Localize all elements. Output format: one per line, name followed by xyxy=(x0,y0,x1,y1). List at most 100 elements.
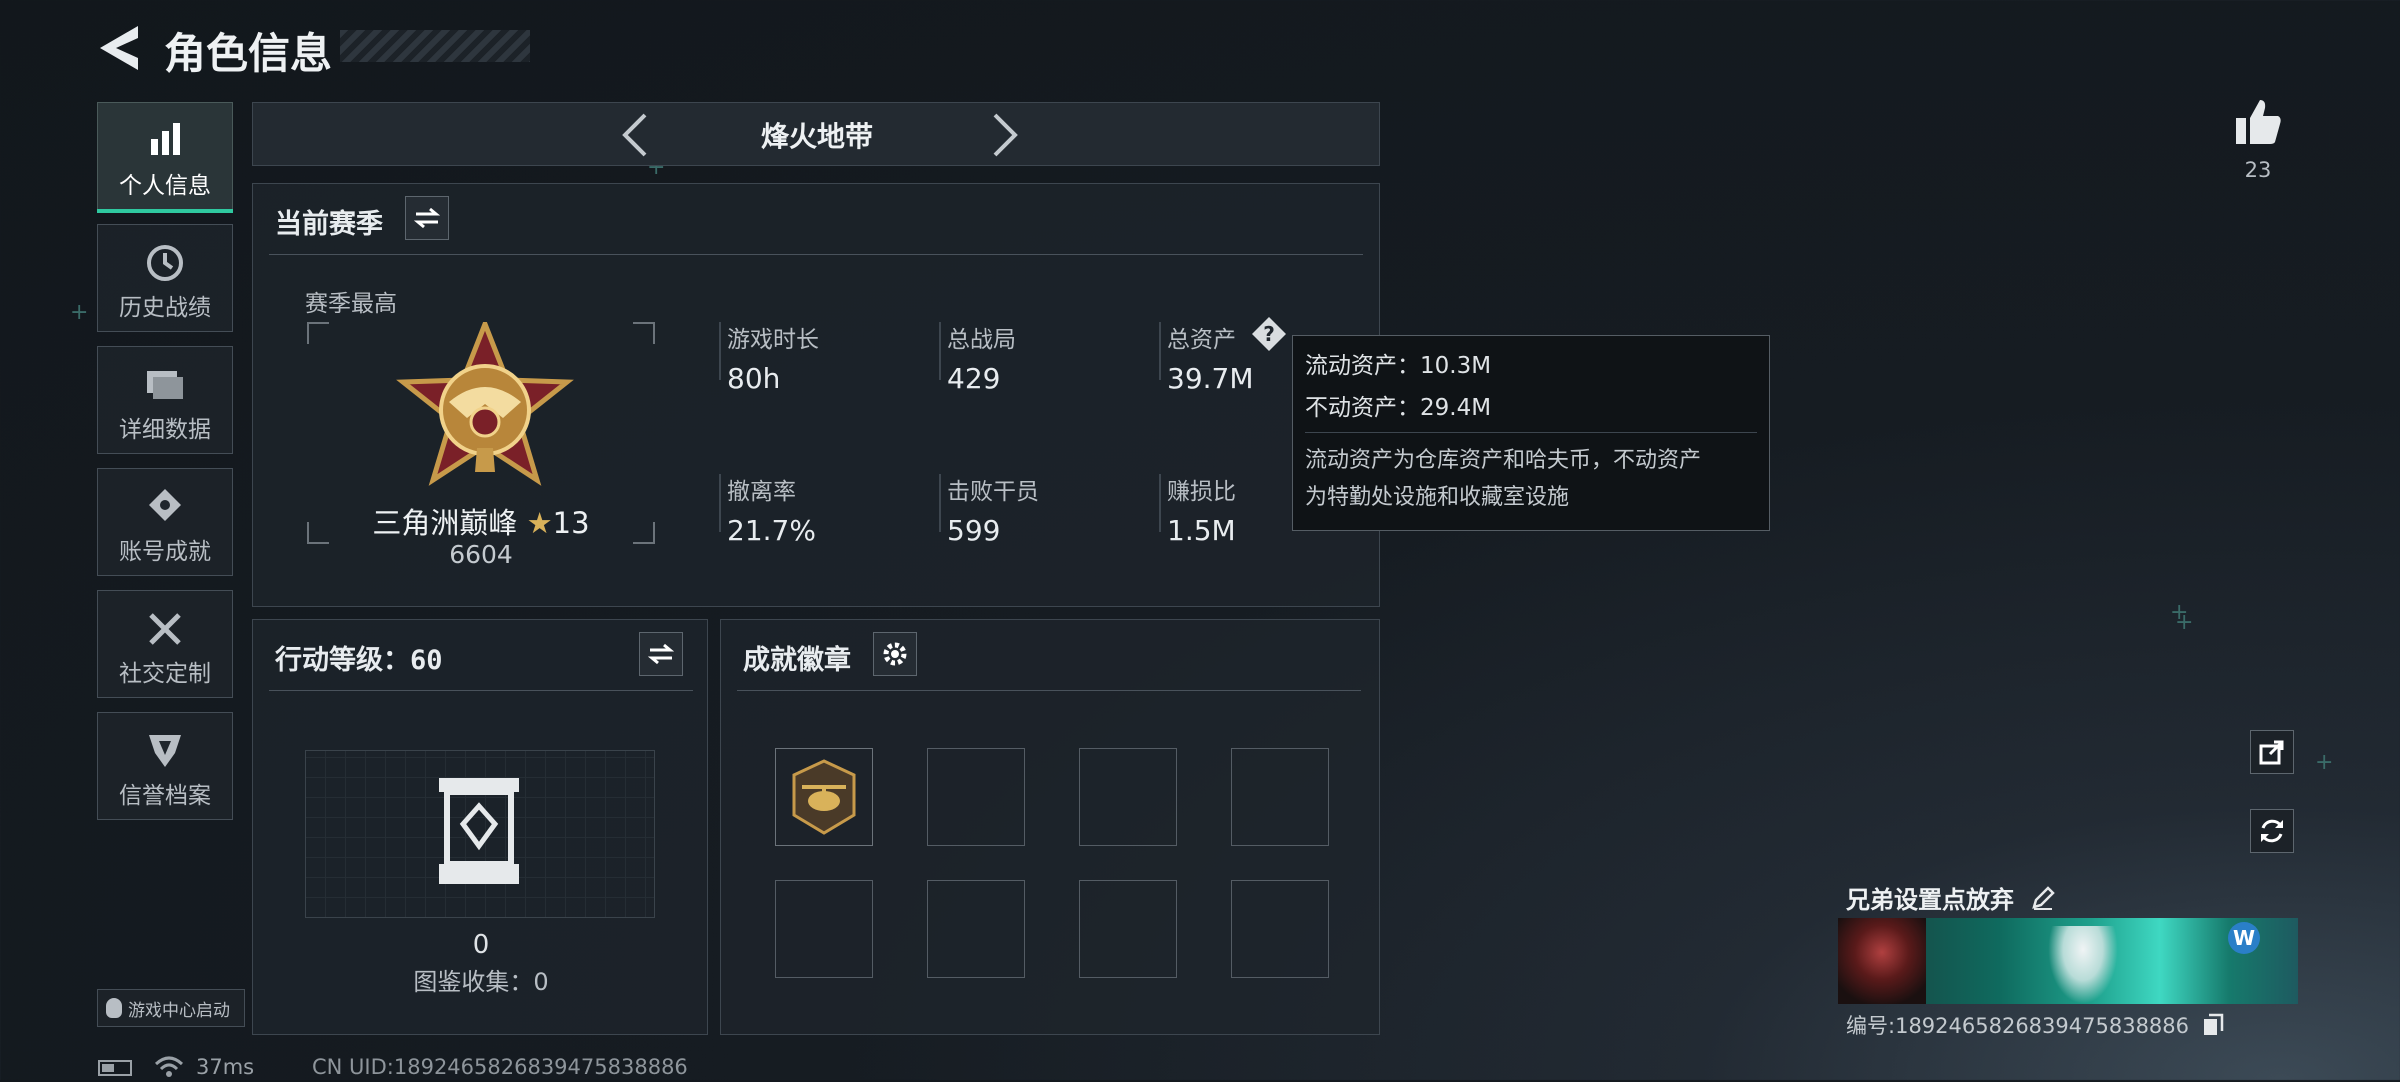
copy-icon xyxy=(2203,1013,2223,1035)
svg-text:?: ? xyxy=(1263,322,1275,346)
banner-figure xyxy=(2048,926,2118,1004)
divider xyxy=(737,690,1361,691)
divider xyxy=(269,690,693,691)
profile-id: 1892465826839475838886 xyxy=(1895,1014,2190,1038)
nav-item-personal-info[interactable]: 个人信息 xyxy=(97,102,233,213)
star-icon: ★ xyxy=(526,506,553,540)
badge-slot[interactable] xyxy=(1231,748,1329,846)
gear-icon xyxy=(883,642,907,666)
nav-item-reputation[interactable]: 信誉档案 xyxy=(97,712,233,820)
assets-tooltip: 流动资产：10.3M 不动资产：29.4M 流动资产为仓库资产和哈夫币，不动资产… xyxy=(1292,335,1770,531)
collection-progress: 图鉴收集：0 xyxy=(413,968,549,996)
nav-label: 详细数据 xyxy=(119,417,211,443)
season-switch-button[interactable] xyxy=(405,196,449,240)
next-mode-button[interactable] xyxy=(979,111,1027,159)
profile-banner[interactable]: W xyxy=(1838,918,2298,1004)
stat-label: 撤离率 xyxy=(727,479,796,505)
stat-divider xyxy=(939,322,941,380)
stat-value: 80h xyxy=(727,362,781,395)
nav-item-history[interactable]: 历史战绩 xyxy=(97,224,233,332)
stat-divider xyxy=(719,322,721,380)
decor-cross: + xyxy=(2315,750,2334,775)
chevron-left-icon xyxy=(622,113,647,157)
collection-count: 0 xyxy=(472,930,490,960)
tools-icon xyxy=(98,609,232,649)
prev-mode-button[interactable] xyxy=(613,111,661,159)
mode-selector: 烽火地带 xyxy=(252,102,1380,166)
rank-name: 三角洲巅峰 xyxy=(372,506,518,540)
liquid-value: 10.3M xyxy=(1420,353,1492,379)
share-icon xyxy=(2259,740,2284,765)
tooltip-desc-2: 为特勤处设施和收藏室设施 xyxy=(1305,485,1570,510)
asset-help-icon[interactable]: ? xyxy=(1251,316,1287,352)
season-panel: 当前赛季 赛季最高 三角洲巅峰 ★13 6604 游戏时长 80h 总战局 42… xyxy=(252,183,1380,607)
badge-slot[interactable] xyxy=(775,748,873,846)
like-count: 23 xyxy=(2244,158,2272,182)
stat-label: 游戏时长 xyxy=(727,327,819,353)
nav-label: 账号成就 xyxy=(119,539,211,565)
nav-active-indicator xyxy=(97,209,233,213)
badge-slot[interactable] xyxy=(927,880,1025,978)
refresh-icon xyxy=(2261,819,2283,843)
profile-name: 兄弟设置点放弃 xyxy=(1846,886,2014,914)
nav-label: 个人信息 xyxy=(119,173,211,199)
action-level-title: 行动等级：60 xyxy=(275,645,443,676)
stat-value: 39.7M xyxy=(1167,362,1254,395)
decor-cross: + xyxy=(2175,610,2194,635)
share-button[interactable] xyxy=(2250,730,2294,774)
nav-item-detailed-data[interactable]: 详细数据 xyxy=(97,346,233,454)
display-case-icon xyxy=(433,776,525,886)
thumbs-up-icon xyxy=(2236,100,2281,144)
nav-item-social-custom[interactable]: 社交定制 xyxy=(97,590,233,698)
nav-item-achievements[interactable]: 账号成就 xyxy=(97,468,233,576)
badge-slot[interactable] xyxy=(1231,880,1329,978)
profile-avatar xyxy=(1838,918,1926,1004)
badge-slot[interactable] xyxy=(775,880,873,978)
stat-value: 1.5M xyxy=(1167,514,1236,547)
rank-name-row: 三角洲巅峰 ★13 xyxy=(307,500,655,542)
swap-icon xyxy=(414,207,440,229)
like-button[interactable] xyxy=(2232,96,2284,148)
badges-title: 成就徽章 xyxy=(743,645,851,676)
badge-slot[interactable] xyxy=(927,748,1025,846)
back-button[interactable] xyxy=(96,22,144,74)
stat-label: 总资产 xyxy=(1167,327,1236,353)
badge-slot[interactable] xyxy=(1079,880,1177,978)
divider xyxy=(269,254,1363,255)
launch-label: 游戏中心启动 xyxy=(128,1000,230,1021)
badge-slot[interactable] xyxy=(1079,748,1177,846)
tooltip-fixed-row: 不动资产：29.4M xyxy=(1305,388,1491,422)
folder-icon xyxy=(98,365,232,405)
rank-stars: 13 xyxy=(552,506,590,540)
wifi-icon xyxy=(154,1054,184,1082)
stat-divider xyxy=(1159,474,1161,532)
stat-label: 击败干员 xyxy=(947,479,1039,505)
history-clock-icon xyxy=(98,243,232,283)
refresh-button[interactable] xyxy=(2250,809,2294,853)
title-stripes xyxy=(340,30,530,62)
badges-panel: 成就徽章 xyxy=(720,619,1380,1035)
action-level-value: 60 xyxy=(410,645,443,676)
tooltip-desc-1: 流动资产为仓库资产和哈夫币，不动资产 xyxy=(1305,448,1702,473)
penguin-icon xyxy=(106,998,122,1018)
profile-id-label: 编号: xyxy=(1846,1014,1896,1038)
helicopter-badge-icon xyxy=(792,759,856,835)
nav-label: 社交定制 xyxy=(119,661,211,687)
action-level-panel: 行动等级：60 0 图鉴收集：0 xyxy=(252,619,708,1035)
back-arrow-icon xyxy=(100,26,138,70)
bar-chart-icon xyxy=(98,121,232,161)
stat-divider xyxy=(1159,322,1161,380)
reputation-icon xyxy=(98,731,232,771)
stat-divider xyxy=(939,474,941,532)
copy-id-button[interactable] xyxy=(2202,1013,2224,1042)
badges-settings-button[interactable] xyxy=(873,632,917,676)
action-level-switch-button[interactable] xyxy=(639,632,683,676)
game-center-launch-button[interactable]: 游戏中心启动 xyxy=(97,989,245,1027)
edit-name-button[interactable] xyxy=(2030,885,2056,917)
season-title: 当前赛季 xyxy=(275,209,383,240)
banner-w-logo-icon: W xyxy=(2228,922,2260,954)
edit-pencil-icon xyxy=(2032,886,2056,910)
chevron-right-icon xyxy=(993,113,1018,157)
stat-divider xyxy=(719,474,721,532)
nav-label: 信誉档案 xyxy=(119,783,211,809)
